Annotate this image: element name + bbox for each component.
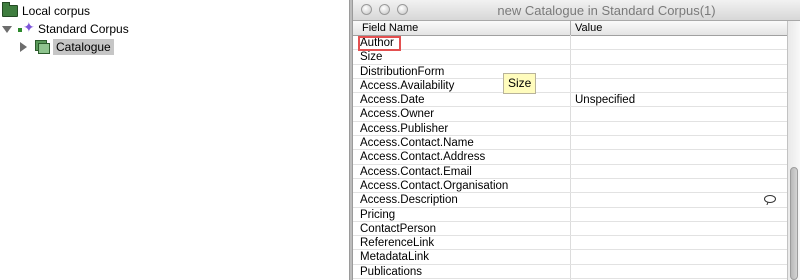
tree-item-label: Catalogue xyxy=(53,39,114,55)
minimize-button[interactable] xyxy=(379,4,390,15)
tree-item-label: Local corpus xyxy=(22,4,91,18)
table-row[interactable]: ReferenceLink xyxy=(353,236,787,251)
field-name-cell: Access.Availability xyxy=(360,79,455,92)
field-name-cell: ContactPerson xyxy=(360,222,437,235)
tooltip: Size xyxy=(503,73,537,94)
tree-item-local-corpus[interactable]: Local corpus xyxy=(2,2,91,19)
vertical-scrollbar[interactable] xyxy=(787,21,800,280)
author-highlight-box xyxy=(358,36,401,51)
field-name-cell: Pricing xyxy=(360,208,396,221)
metadata-table: Author Size DistributionForm Access.Availab… xyxy=(353,36,787,280)
column-header-field-name[interactable]: Field Name xyxy=(362,22,418,34)
tree-item-standard-corpus[interactable]: ✦ Standard Corpus xyxy=(2,19,129,37)
zoom-button[interactable] xyxy=(397,4,408,15)
catalogue-window: new Catalogue in Standard Corpus(1) Fiel… xyxy=(353,0,800,280)
field-name-cell: Access.Contact.Organisation xyxy=(360,179,509,192)
window-titlebar[interactable]: new Catalogue in Standard Corpus(1) xyxy=(353,0,800,21)
field-name-cell: DistributionForm xyxy=(360,65,445,78)
field-name-cell: Access.Description xyxy=(360,194,458,207)
catalogue-icon xyxy=(33,40,50,54)
field-name-cell: MetadataLink xyxy=(360,251,430,264)
table-row[interactable]: Publications xyxy=(353,265,787,280)
table-row[interactable]: Access.Contact.Email xyxy=(353,165,787,179)
table-row[interactable]: Access.Contact.Organisation xyxy=(353,179,787,194)
table-row[interactable]: Pricing xyxy=(353,208,787,222)
table-row[interactable]: Access.Date Unspecified xyxy=(353,93,787,108)
field-name-cell: Access.Contact.Email xyxy=(360,165,472,178)
field-name-cell: Publications xyxy=(360,265,423,278)
folder-icon xyxy=(2,2,18,17)
table-row[interactable]: Access.Availability xyxy=(353,79,787,94)
field-name-cell: Size xyxy=(360,51,383,64)
disclosure-triangle-closed-icon[interactable] xyxy=(20,42,27,52)
disclosure-triangle-open-icon[interactable] xyxy=(2,25,12,33)
table-row[interactable]: Access.Contact.Address xyxy=(353,150,787,165)
tree-item-label: Standard Corpus xyxy=(38,22,129,36)
column-header-value[interactable]: Value xyxy=(575,22,602,34)
corpus-icon: ✦ xyxy=(18,19,35,36)
corpus-tree: Local corpus ✦ Standard Corpus Catalogue xyxy=(0,0,349,280)
table-row[interactable]: Access.Owner xyxy=(353,107,787,122)
tree-item-catalogue[interactable]: Catalogue xyxy=(20,39,114,55)
table-row[interactable]: DistributionForm xyxy=(353,65,787,79)
field-name-cell: Access.Date xyxy=(360,94,425,107)
field-name-cell: Access.Contact.Name xyxy=(360,137,474,150)
table-row[interactable]: ContactPerson xyxy=(353,222,787,237)
table-row[interactable]: Access.Contact.Name xyxy=(353,136,787,151)
window-title: new Catalogue in Standard Corpus(1) xyxy=(497,3,716,18)
table-header: Field Name Value xyxy=(353,21,787,36)
close-button[interactable] xyxy=(361,4,372,15)
field-name-cell: Access.Publisher xyxy=(360,122,449,135)
scrollbar-thumb[interactable] xyxy=(790,167,798,280)
table-row[interactable]: Access.Publisher xyxy=(353,122,787,137)
field-name-cell: Access.Contact.Address xyxy=(360,151,486,164)
table-row[interactable]: MetadataLink xyxy=(353,250,787,265)
field-name-cell: Access.Owner xyxy=(360,108,435,121)
table-row[interactable]: Size xyxy=(353,50,787,65)
table-row[interactable]: Author xyxy=(353,36,787,51)
column-divider[interactable] xyxy=(570,21,571,35)
table-row[interactable]: Access.Description xyxy=(353,193,787,208)
comment-bubble-icon[interactable] xyxy=(764,195,776,203)
field-name-cell: ReferenceLink xyxy=(360,237,435,250)
field-value-cell[interactable]: Unspecified xyxy=(575,93,635,107)
